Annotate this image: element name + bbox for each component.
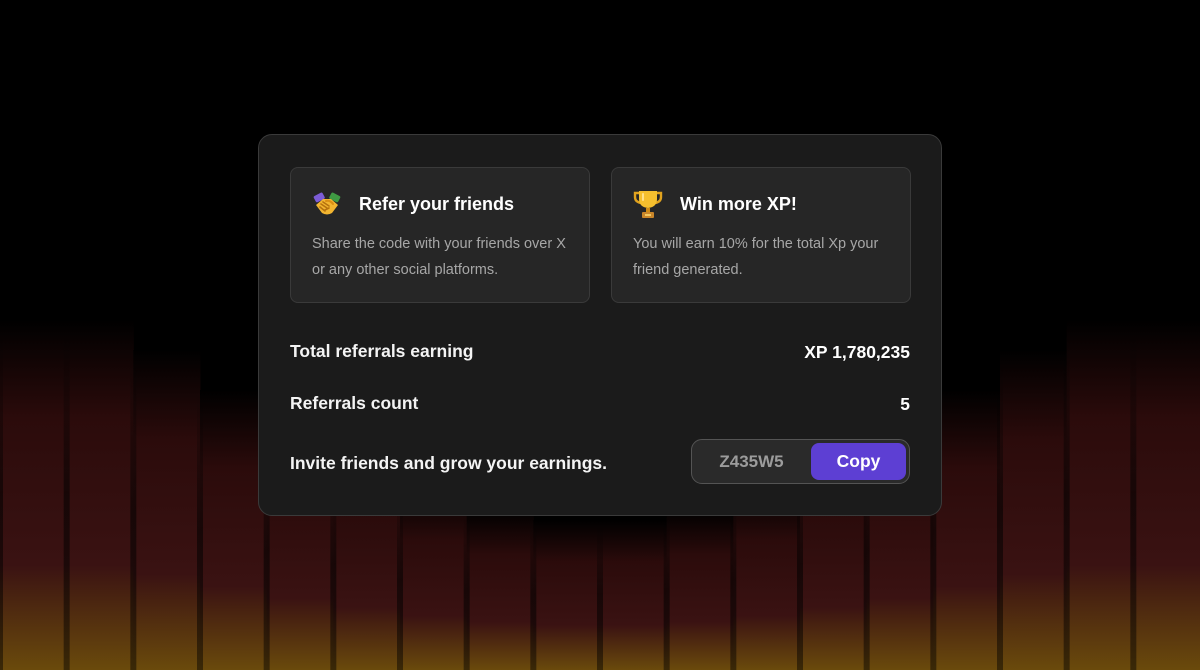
- handshake-icon: [311, 188, 343, 220]
- refer-friends-description: Share the code with your friends over X …: [312, 236, 566, 278]
- background-bar-separator: [1063, 320, 1070, 670]
- background-bar-separator: [130, 350, 137, 670]
- background-bar: [400, 490, 468, 670]
- refer-friends-title: Refer your friends: [359, 194, 515, 214]
- background-bar: [1066, 320, 1134, 670]
- background-bar-separator: [530, 520, 537, 670]
- win-xp-description: You will earn 10% for the total Xp your …: [633, 236, 879, 278]
- referrals-count-value: 5: [900, 394, 910, 414]
- refer-friends-card: Refer your friends Share the code with y…: [290, 167, 590, 303]
- referral-panel: Refer your friends Share the code with y…: [258, 134, 942, 516]
- background-bar: [1000, 350, 1068, 670]
- total-earning-value: XP 1,780,235: [804, 342, 910, 362]
- background-bar-separator: [397, 490, 403, 670]
- win-xp-title: Win more XP!: [680, 194, 797, 214]
- background-bar: [533, 520, 601, 670]
- total-earning-label: Total referrals earning: [290, 341, 474, 361]
- background-bar-separator: [0, 320, 3, 670]
- win-xp-card: Win more XP! You will earn 10% for the t…: [611, 167, 911, 303]
- background-bar-separator: [463, 510, 470, 670]
- background-bar-separator: [1130, 320, 1137, 670]
- background-bar: [733, 490, 801, 670]
- background-bar: [666, 510, 734, 670]
- background-bar-separator: [63, 320, 70, 670]
- background-bar: [0, 320, 68, 670]
- background-bar: [600, 520, 668, 670]
- background-bar: [466, 510, 534, 670]
- invite-label: Invite friends and grow your earnings.: [290, 453, 607, 473]
- referral-code[interactable]: Z435W5: [692, 440, 811, 483]
- page-background: Refer your friends Share the code with y…: [0, 0, 1200, 670]
- background-bar-separator: [197, 390, 203, 670]
- trophy-icon: [632, 188, 664, 220]
- referral-code-box: Z435W5 Copy: [691, 439, 910, 484]
- background-bar-separator: [663, 510, 670, 670]
- background-bar: [1133, 320, 1200, 670]
- copy-button[interactable]: Copy: [811, 443, 906, 480]
- background-bar-separator: [997, 350, 1003, 670]
- background-bar: [66, 320, 134, 670]
- referrals-count-label: Referrals count: [290, 393, 419, 413]
- background-bar: [933, 390, 1001, 670]
- background-bar-separator: [730, 490, 737, 670]
- background-bar: [133, 350, 201, 670]
- background-bar-separator: [597, 520, 603, 670]
